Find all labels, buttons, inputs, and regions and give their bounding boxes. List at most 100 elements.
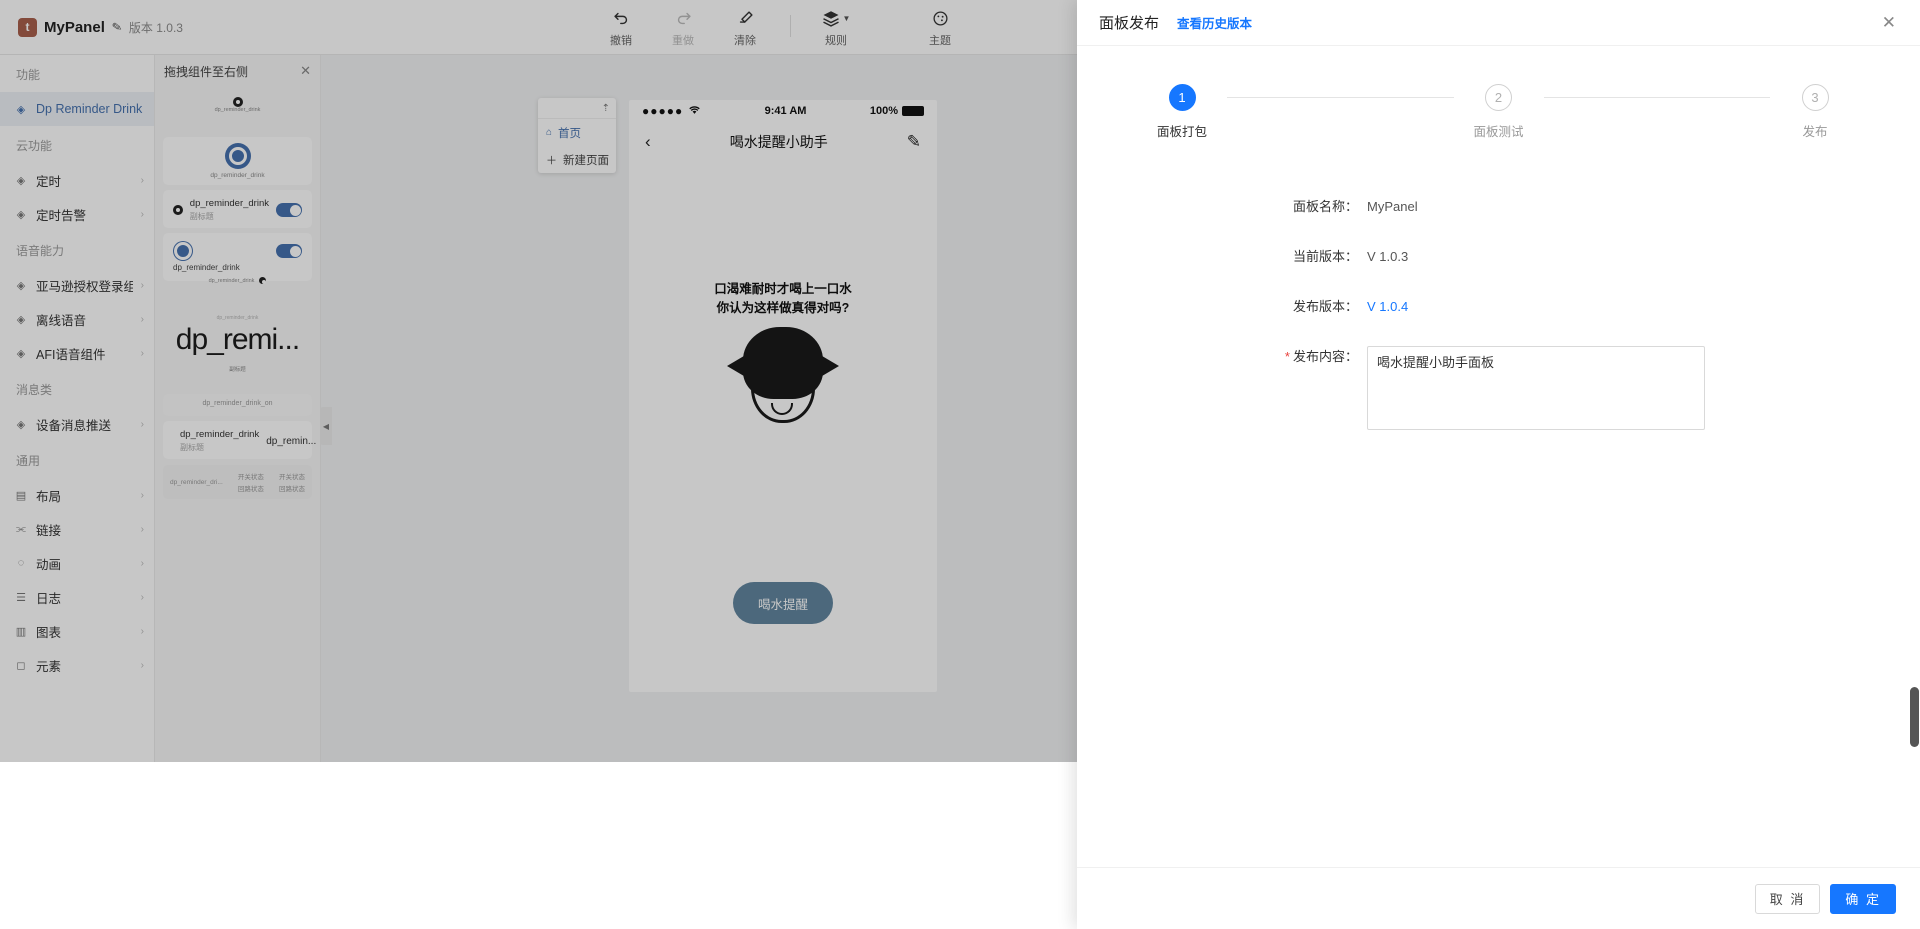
pages-popover[interactable]: ⇡ ⌂ 首页 ＋ 新建页面 xyxy=(538,98,616,173)
pencil-icon[interactable]: ✎ xyxy=(111,19,123,35)
publish-content-textarea[interactable] xyxy=(1367,346,1705,430)
panel-name-label: 面板名称： xyxy=(1292,199,1358,214)
tool-undo[interactable]: 撤销 xyxy=(590,4,652,48)
palette-item-switch-sub: 副标题 xyxy=(189,212,214,221)
toggle-switch[interactable] xyxy=(276,244,302,258)
pages-popover-top: ⇡ xyxy=(538,98,616,119)
step-publish[interactable]: 3 发布 xyxy=(1770,84,1860,140)
sidebar-item-log[interactable]: ☰ 日志 › xyxy=(0,580,154,614)
close-icon[interactable]: ✕ xyxy=(300,63,311,79)
sidebar-item-label: 布局 xyxy=(36,489,62,504)
confirm-button[interactable]: 确 定 xyxy=(1830,883,1896,914)
bangs-shape xyxy=(747,334,819,367)
dp-dot-icon xyxy=(259,277,267,284)
sidebar-item-label: Dp Reminder Drink xyxy=(36,102,143,116)
palette-ghost-small-label: dp_reminder_drink xyxy=(216,315,259,321)
tool-rules[interactable]: ▼ 规则 xyxy=(805,4,867,48)
step-package[interactable]: 1 面板打包 xyxy=(1137,84,1227,140)
cube-icon: ◈ xyxy=(16,174,26,187)
step-connector xyxy=(1227,97,1454,98)
panel-name-value: MyPanel xyxy=(1367,199,1418,214)
chevron-right-icon: › xyxy=(140,591,144,603)
chevron-right-icon: › xyxy=(140,418,144,430)
tool-redo[interactable]: 重做 xyxy=(652,4,714,48)
app-logo-icon: t xyxy=(18,17,37,37)
tool-clear[interactable]: 清除 xyxy=(714,4,776,48)
publish-version-value[interactable]: V 1.0.4 xyxy=(1367,296,1408,318)
dp-ring-icon xyxy=(173,241,193,261)
wifi-icon xyxy=(688,104,701,118)
palette-item-icon-card[interactable]: dp_reminder_drink xyxy=(163,137,312,185)
palette-header: 拖拽组件至右侧 ✕ xyxy=(155,55,320,87)
sidebar-item-timer[interactable]: ◈ 定时 › xyxy=(0,163,154,197)
sidebar-item-animation[interactable]: ◌ 动画 › xyxy=(0,546,154,580)
toggle-switch[interactable] xyxy=(276,203,302,217)
page-item-home-label: 首页 xyxy=(558,127,582,140)
phone-battery: 100% xyxy=(870,105,924,117)
sidebar-item-offline-voice[interactable]: ◈ 离线语音 › xyxy=(0,302,154,336)
step-package-number: 1 xyxy=(1168,84,1196,111)
sidebar-item-label: 离线语音 xyxy=(36,313,87,328)
signal-dots-icon: ●●●●● xyxy=(642,104,684,118)
drawer-scrollbar[interactable] xyxy=(1910,687,1919,747)
sidebar-item-label: AFI语音组件 xyxy=(36,347,106,362)
drink-reminder-button[interactable]: 喝水提醒 xyxy=(733,582,833,624)
publish-version-label: 发布版本： xyxy=(1292,299,1358,314)
animation-icon: ◌ xyxy=(17,557,25,569)
step-connector xyxy=(1543,97,1770,98)
palette-item-footer-row[interactable]: dp_reminder_dri... 开关状态 回路状态 开关状态 回路状态 xyxy=(163,465,312,499)
sidebar-item-timer-alarm[interactable]: ◈ 定时告警 › xyxy=(0,197,154,231)
form-row-content: * 发布内容： xyxy=(1077,346,1920,430)
chevron-left-icon[interactable]: ‹ xyxy=(645,132,651,152)
sidebar-item-device-push[interactable]: ◈ 设备消息推送 › xyxy=(0,407,154,441)
cube-icon: ◈ xyxy=(16,103,26,116)
tool-rules-label: 规则 xyxy=(825,35,847,47)
cancel-button[interactable]: 取 消 xyxy=(1754,883,1821,914)
palette-footer-c1-top: 开关状态 xyxy=(237,474,264,481)
tool-theme-label: 主题 xyxy=(929,35,951,47)
palette-item-switch-row[interactable]: dp_reminder_drink 副标题 xyxy=(163,190,312,228)
current-version-label: 当前版本： xyxy=(1292,249,1358,264)
phone-preview: ●●●●● 9:41 AM 100% ‹ 喝水提醒小助手 ✎ 口渴难耐时才喝上一… xyxy=(629,100,937,692)
sidebar-item-afi-voice[interactable]: ◈ AFI语音组件 › xyxy=(0,336,154,370)
close-icon[interactable]: ✕ xyxy=(1882,14,1896,31)
chevron-right-icon: › xyxy=(140,313,144,325)
chevron-right-icon: › xyxy=(140,347,144,359)
app-root: t MyPanel ✎ 版本 1.0.3 撤销 重做 清除 ▼ 规则 主题 功能… xyxy=(0,0,1920,929)
dp-ring-icon xyxy=(224,143,251,169)
palette-ghost-mid-label: dp_reminder_drink xyxy=(208,277,255,284)
battery-percent: 100% xyxy=(869,105,898,117)
palette-title: 拖拽组件至右侧 xyxy=(164,64,249,79)
panel-name: MyPanel xyxy=(44,18,105,36)
sidebar-item-label: 设备消息推送 xyxy=(36,418,112,433)
palette-item-bottom-row[interactable]: dp_reminder_drink 副标题 dp_remin... xyxy=(163,421,316,459)
left-sidebar[interactable]: 功能 ◈ Dp Reminder Drink 云功能 ◈ 定时 › ◈ 定时告警… xyxy=(0,55,155,762)
page-item-new[interactable]: ＋ 新建页面 xyxy=(538,146,616,173)
brand: t MyPanel ✎ 版本 1.0.3 xyxy=(0,17,183,37)
pencil-icon[interactable]: ✎ xyxy=(907,132,921,152)
sidebar-item-dp-reminder-drink[interactable]: ◈ Dp Reminder Drink xyxy=(0,92,154,126)
collapse-icon[interactable]: ⇡ xyxy=(602,103,610,114)
view-history-link[interactable]: 查看历史版本 xyxy=(1177,13,1252,32)
step-test[interactable]: 2 面板测试 xyxy=(1454,84,1544,140)
palette-big-text: dp_remi... xyxy=(175,323,300,356)
sidebar-item-link[interactable]: ⫘ 链接 › xyxy=(0,512,154,546)
chevron-right-icon: › xyxy=(140,208,144,220)
current-version-value: V 1.0.3 xyxy=(1367,249,1409,264)
battery-icon xyxy=(901,106,924,116)
cube-icon: ◈ xyxy=(16,347,26,360)
sidebar-group-title: 功能 xyxy=(16,68,41,82)
sidebar-group-title: 消息类 xyxy=(16,383,53,397)
palette-item-on-card[interactable]: dp_reminder_drink_on xyxy=(163,394,312,416)
sidebar-item-element[interactable]: ◻ 元素 › xyxy=(0,648,154,682)
chevron-down-icon[interactable]: ▼ xyxy=(843,14,851,23)
sidebar-item-amazon-login[interactable]: ◈ 亚马逊授权登录组件 › xyxy=(0,268,154,302)
sidebar-item-layout[interactable]: ▤ 布局 › xyxy=(0,478,154,512)
palette-item-toggle-card[interactable]: dp_reminder_drink xyxy=(163,233,312,281)
page-item-home[interactable]: ⌂ 首页 xyxy=(538,119,616,146)
tool-theme[interactable]: 主题 xyxy=(909,4,971,48)
chevron-right-icon: › xyxy=(140,625,144,637)
chevron-right-icon: › xyxy=(140,279,144,291)
sidebar-item-chart[interactable]: ▥ 图表 › xyxy=(0,614,154,648)
panel-collapse-tab[interactable]: ◀ xyxy=(320,407,332,445)
